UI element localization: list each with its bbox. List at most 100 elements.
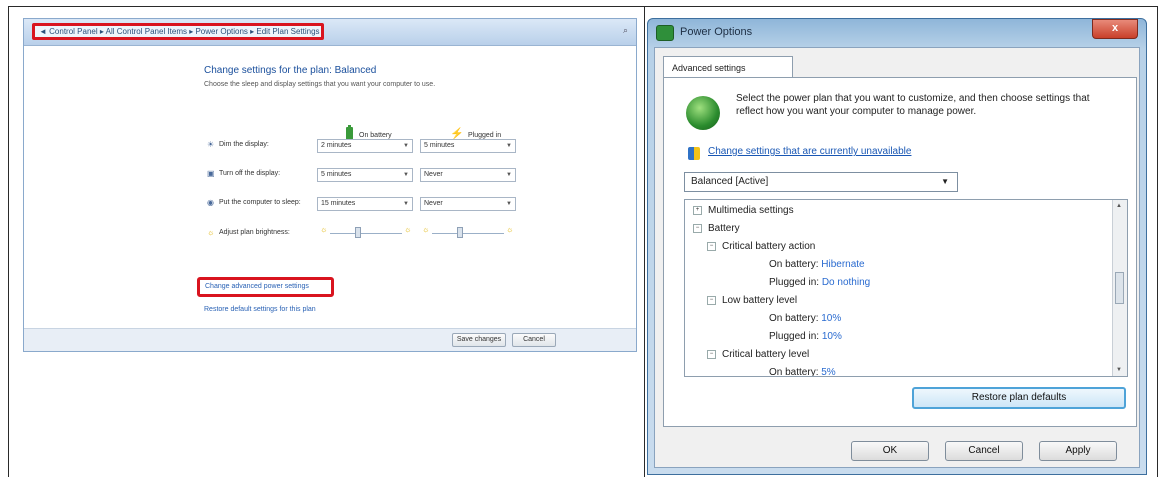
brightness-plugged-slider[interactable] (432, 233, 504, 234)
tree-item[interactable]: Plugged in: Do nothing (769, 276, 870, 290)
settings-tree[interactable]: + Multimedia settings − Battery − Critical ba… (684, 199, 1128, 377)
select-value: 5 minutes (424, 142, 455, 149)
search-box-icon[interactable]: ⌕ (623, 25, 628, 36)
button-bar: Save changes Cancel (24, 328, 636, 351)
display-off-plugged-select[interactable]: Never ▼ (420, 168, 516, 182)
chevron-down-icon: ▼ (403, 201, 409, 207)
tree-item-label: On battery: (769, 367, 819, 377)
chevron-down-icon: ▼ (941, 177, 949, 186)
save-changes-button[interactable]: Save changes (452, 333, 506, 347)
tree-item-label: On battery: (769, 313, 819, 324)
brightness-battery-slider[interactable] (330, 233, 402, 234)
restore-plan-defaults-button[interactable]: Restore plan defaults (912, 387, 1126, 409)
cell-border-right (1157, 6, 1158, 477)
power-options-app-icon (656, 25, 674, 41)
tree-item-label: Plugged in: (769, 277, 820, 288)
tree-item[interactable]: On battery: 5% (769, 366, 836, 377)
chevron-down-icon: ▼ (403, 143, 409, 149)
display-off-icon: ▣ (207, 169, 215, 178)
brightness-high-icon: ☼ (506, 225, 514, 234)
brightness-high-icon: ☼ (404, 225, 412, 234)
cell-border-middle (644, 6, 645, 477)
collapse-icon[interactable]: − (707, 295, 716, 305)
tree-item-label: On battery: (769, 259, 819, 270)
cell-border-top (8, 6, 1157, 7)
collapse-icon[interactable]: − (707, 349, 716, 359)
change-unavailable-settings-link[interactable]: Change settings that are currently unava… (708, 146, 911, 157)
select-value: 5 minutes (321, 171, 352, 178)
breadcrumb-highlighted[interactable]: ◄ Control Panel ▸ All Control Panel Item… (32, 23, 324, 40)
sleep-icon: ◉ (207, 198, 214, 207)
tree-item-value[interactable]: 10% (821, 313, 841, 324)
scroll-down-icon[interactable]: ▼ (1116, 367, 1122, 373)
tree-item-label: Low battery level (722, 295, 798, 306)
cancel-button[interactable]: Cancel (945, 441, 1023, 461)
tree-item[interactable]: On battery: 10% (769, 312, 841, 326)
brightness-battery-knob[interactable] (355, 227, 361, 238)
column-on-battery: On battery (359, 132, 392, 139)
cell-border-left (8, 6, 9, 477)
restore-defaults-link[interactable]: Restore default settings for this plan (204, 306, 316, 313)
chevron-down-icon: ▼ (506, 172, 512, 178)
tree-item[interactable]: − Low battery level (707, 294, 797, 308)
power-options-dialog: Power Options x Advanced settings Select… (647, 18, 1147, 475)
collapse-icon[interactable]: − (707, 241, 716, 251)
row-label-sleep: Put the computer to sleep: (219, 199, 301, 206)
uac-shield-icon (688, 147, 700, 160)
plan-select-value: Balanced [Active] (691, 176, 769, 187)
intro-text: Select the power plan that you want to c… (736, 93, 1090, 117)
tree-item[interactable]: + Multimedia settings (693, 204, 794, 218)
sleep-battery-select[interactable]: 15 minutes ▼ (317, 197, 413, 211)
page-title: Change settings for the plan: Balanced (204, 65, 377, 76)
address-bar: ◄ Control Panel ▸ All Control Panel Item… (24, 19, 636, 46)
tree-item[interactable]: Plugged in: 10% (769, 330, 842, 344)
change-advanced-settings-link[interactable]: Change advanced power settings (197, 277, 334, 297)
tree-item[interactable]: − Critical battery level (707, 348, 809, 362)
scroll-up-icon[interactable]: ▲ (1116, 203, 1122, 209)
chevron-down-icon: ▼ (403, 172, 409, 178)
dialog-title: Power Options (680, 26, 753, 38)
close-button[interactable]: x (1092, 19, 1138, 39)
tree-item-value[interactable]: 5% (821, 367, 835, 376)
row-label-display-off: Turn off the display: (219, 170, 281, 177)
brightness-low-icon: ☼ (320, 225, 328, 234)
select-value: 2 minutes (321, 142, 352, 149)
expand-icon[interactable]: + (693, 205, 702, 215)
row-label-brightness: Adjust plan brightness: (219, 229, 290, 236)
column-plugged-in: Plugged in (468, 132, 502, 139)
brightness-icon: ☼ (207, 228, 215, 237)
tree-item-value[interactable]: Hibernate (821, 259, 864, 270)
tree-item[interactable]: − Critical battery action (707, 240, 815, 254)
tree-item-value[interactable]: Do nothing (822, 277, 870, 288)
dialog-body: Advanced settings Select the power plan … (654, 47, 1140, 468)
brightness-low-icon: ☼ (422, 225, 430, 234)
edit-plan-settings-window: ◄ Control Panel ▸ All Control Panel Item… (23, 18, 637, 352)
brightness-plugged-knob[interactable] (457, 227, 463, 238)
tree-item-label: Battery (708, 223, 740, 234)
power-plan-select[interactable]: Balanced [Active] ▼ (684, 172, 958, 192)
select-value: Never (424, 200, 443, 207)
ok-button[interactable]: OK (851, 441, 929, 461)
chevron-down-icon: ▼ (506, 143, 512, 149)
select-value: Never (424, 171, 443, 178)
sleep-plugged-select[interactable]: Never ▼ (420, 197, 516, 211)
tree-item-label: Multimedia settings (708, 205, 794, 216)
select-value: 15 minutes (321, 200, 356, 207)
dim-display-battery-select[interactable]: 2 minutes ▼ (317, 139, 413, 153)
advanced-settings-page: Select the power plan that you want to c… (663, 77, 1137, 427)
tab-advanced-settings[interactable]: Advanced settings (663, 56, 793, 78)
collapse-icon[interactable]: − (693, 223, 702, 233)
dim-display-icon: ☀ (207, 140, 215, 149)
tree-item-value[interactable]: 10% (822, 331, 842, 342)
apply-button[interactable]: Apply (1039, 441, 1117, 461)
tree-item[interactable]: − Battery (693, 222, 740, 236)
dim-display-plugged-select[interactable]: 5 minutes ▼ (420, 139, 516, 153)
cancel-button[interactable]: Cancel (512, 333, 556, 347)
tree-scrollbar[interactable]: ▲ ▼ (1112, 200, 1127, 376)
tree-item-label: Critical battery level (722, 349, 810, 360)
scroll-thumb[interactable] (1115, 272, 1124, 304)
page-subtitle: Choose the sleep and display settings th… (204, 81, 436, 88)
tree-item-label: Plugged in: (769, 331, 820, 342)
tree-item[interactable]: On battery: Hibernate (769, 258, 865, 272)
display-off-battery-select[interactable]: 5 minutes ▼ (317, 168, 413, 182)
